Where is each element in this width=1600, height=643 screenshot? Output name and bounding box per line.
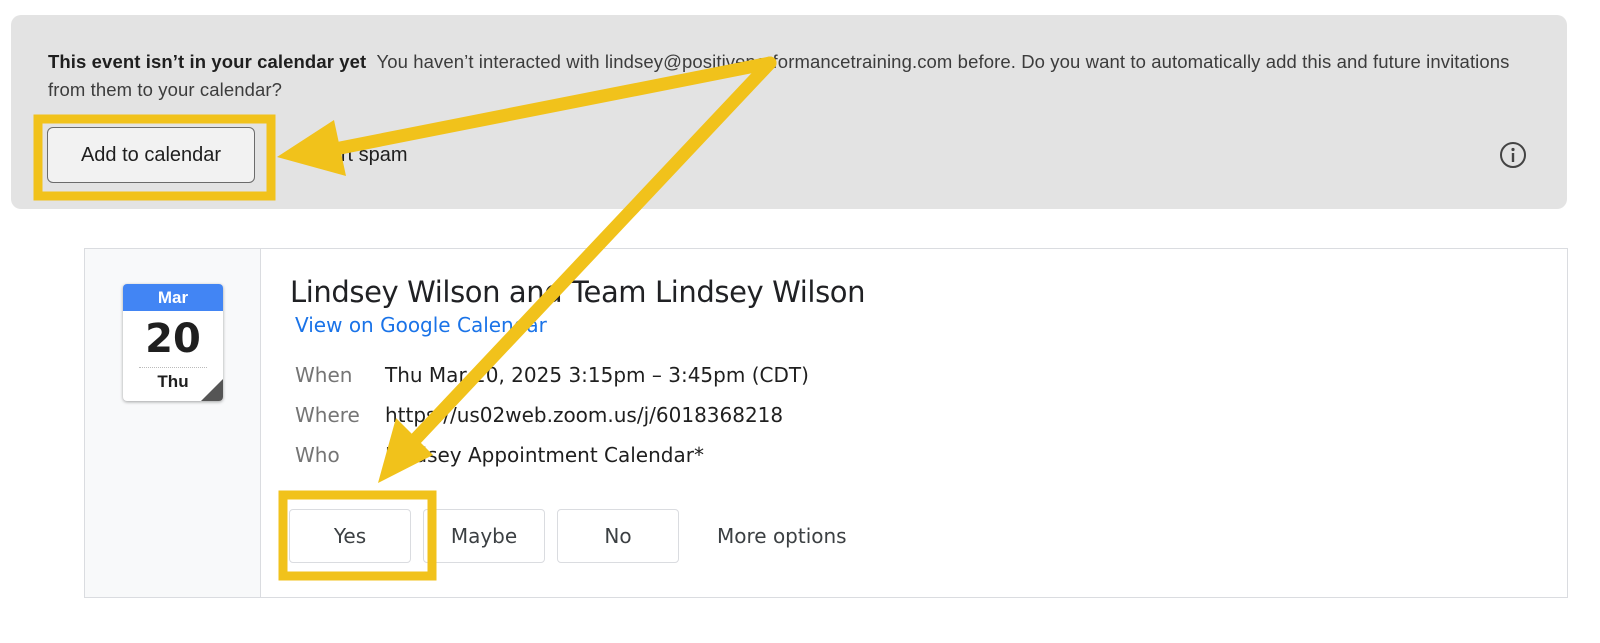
event-where-link[interactable]: https://us02web.zoom.us/j/6018368218 [385,401,783,429]
page-fold-icon [201,379,223,401]
detail-label: When [295,363,353,387]
banner-lead: This event isn’t in your calendar yet [48,51,367,72]
detail-label: Who [295,443,340,467]
calendar-date-icon: Mar 20 Thu [123,284,223,401]
banner-message: This event isn’t in your calendar yet Yo… [48,48,1528,104]
report-spam-button[interactable]: Report spam [293,127,408,183]
rsvp-no-button[interactable]: No [557,509,679,563]
more-options-button[interactable]: More options [717,509,847,563]
event-title: Lindsey Wilson and Team Lindsey Wilson [290,275,866,309]
info-icon[interactable] [1498,140,1528,170]
calendar-day: 20 [145,316,201,362]
event-date-column: Mar 20 Thu [85,249,261,597]
rsvp-yes-button[interactable]: Yes [289,509,411,563]
event-card: Mar 20 Thu Lindsey Wilson and Team Linds… [84,248,1568,598]
view-on-google-calendar-link[interactable]: View on Google Calendar [295,313,547,337]
calendar-notice-banner: This event isn’t in your calendar yet Yo… [11,15,1567,209]
add-to-calendar-button[interactable]: Add to calendar [47,127,255,183]
detail-label: Where [295,403,360,427]
calendar-month: Mar [123,284,223,311]
event-who: Lindsey Appointment Calendar* [385,443,704,467]
event-when: Thu Mar 20, 2025 3:15pm – 3:45pm (CDT) [385,363,809,387]
rsvp-maybe-button[interactable]: Maybe [423,509,545,563]
